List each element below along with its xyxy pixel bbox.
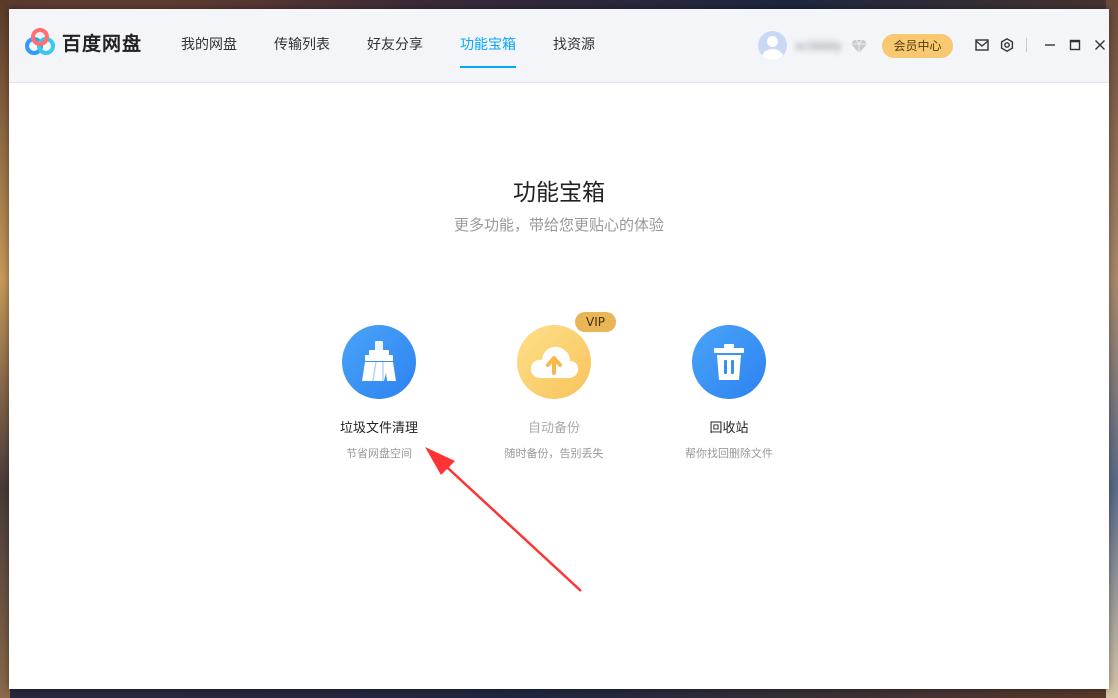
tab-toolbox[interactable]: 功能宝箱 bbox=[460, 9, 516, 83]
tab-my-netdisk[interactable]: 我的网盘 bbox=[181, 9, 237, 83]
app-window: 百度网盘 我的网盘 传输列表 好友分享 功能宝箱 找资源 xcldddy 会员中… bbox=[9, 9, 1109, 689]
mail-icon[interactable] bbox=[974, 37, 990, 53]
app-title: 百度网盘 bbox=[62, 32, 143, 55]
maximize-icon[interactable] bbox=[1067, 37, 1083, 53]
main-nav: 我的网盘 传输列表 好友分享 功能宝箱 找资源 bbox=[181, 9, 632, 83]
minimize-icon[interactable] bbox=[1042, 37, 1058, 53]
avatar[interactable] bbox=[758, 31, 787, 60]
window-controls bbox=[974, 37, 1108, 53]
title-bar: 百度网盘 我的网盘 传输列表 好友分享 功能宝箱 找资源 xcldddy 会员中… bbox=[9, 9, 1109, 83]
vip-center-button[interactable]: 会员中心 bbox=[882, 34, 953, 58]
tab-friend-share[interactable]: 好友分享 bbox=[367, 9, 423, 83]
toolbar-divider bbox=[1026, 38, 1027, 52]
red-arrow-annotation bbox=[425, 447, 582, 592]
toolbox-content: 功能宝箱 更多功能，带给您更贴心的体验 垃圾文件清理 节省网盘空间 自动备份 随… bbox=[9, 83, 1109, 688]
app-logo[interactable]: 百度网盘 bbox=[24, 28, 142, 56]
close-icon[interactable] bbox=[1092, 37, 1108, 53]
settings-icon[interactable] bbox=[999, 37, 1015, 53]
diamond-icon bbox=[851, 39, 867, 53]
baidu-netdisk-logo-icon bbox=[25, 28, 55, 55]
tab-find-resources[interactable]: 找资源 bbox=[553, 9, 595, 83]
tab-transfer-list[interactable]: 传输列表 bbox=[274, 9, 330, 83]
username: xcldddy bbox=[795, 38, 842, 53]
user-profile[interactable]: xcldddy bbox=[758, 31, 867, 60]
